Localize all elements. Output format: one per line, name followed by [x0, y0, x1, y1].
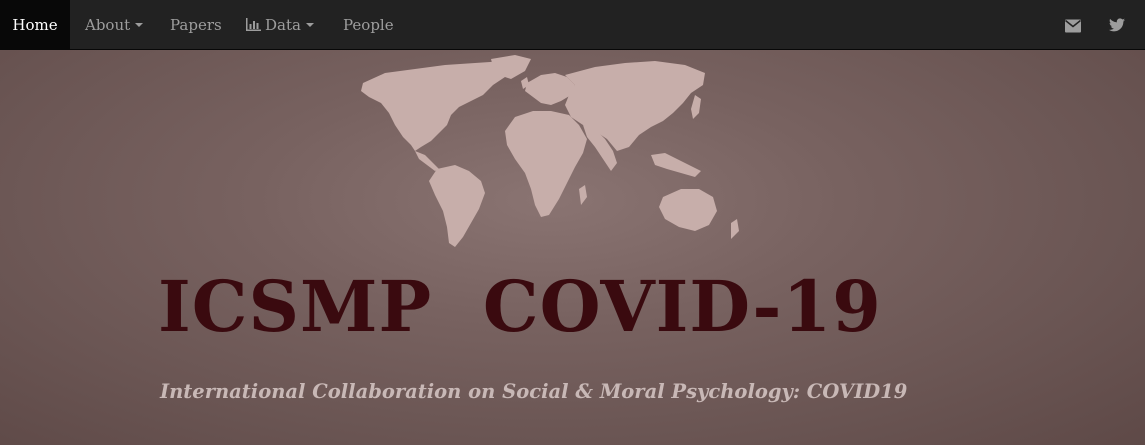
nav-people[interactable]: People — [343, 0, 394, 50]
nav-about-label: About — [85, 16, 131, 34]
world-map-image — [361, 55, 739, 247]
nav-data-label: Data — [265, 16, 301, 34]
nav-about-dropdown[interactable]: About — [85, 0, 144, 50]
envelope-icon[interactable] — [1065, 18, 1081, 34]
nav-papers-label: Papers — [170, 16, 222, 34]
nav-people-label: People — [343, 16, 394, 34]
nav-home-label: Home — [12, 16, 58, 34]
nav-papers[interactable]: Papers — [170, 0, 222, 50]
hero-banner: ICSMP COVID-19 International Collaborati… — [0, 50, 1145, 445]
twitter-icon[interactable] — [1109, 17, 1125, 33]
nav-home[interactable]: Home — [0, 0, 70, 50]
nav-data-dropdown[interactable]: Data — [246, 0, 314, 50]
hero-title: ICSMP COVID-19 — [158, 265, 882, 348]
caret-down-icon — [135, 23, 144, 27]
bar-chart-icon — [246, 18, 261, 31]
navbar: Home About Papers Data People — [0, 0, 1145, 50]
caret-down-icon — [305, 23, 314, 27]
hero-subtitle: International Collaboration on Social & … — [160, 380, 908, 403]
